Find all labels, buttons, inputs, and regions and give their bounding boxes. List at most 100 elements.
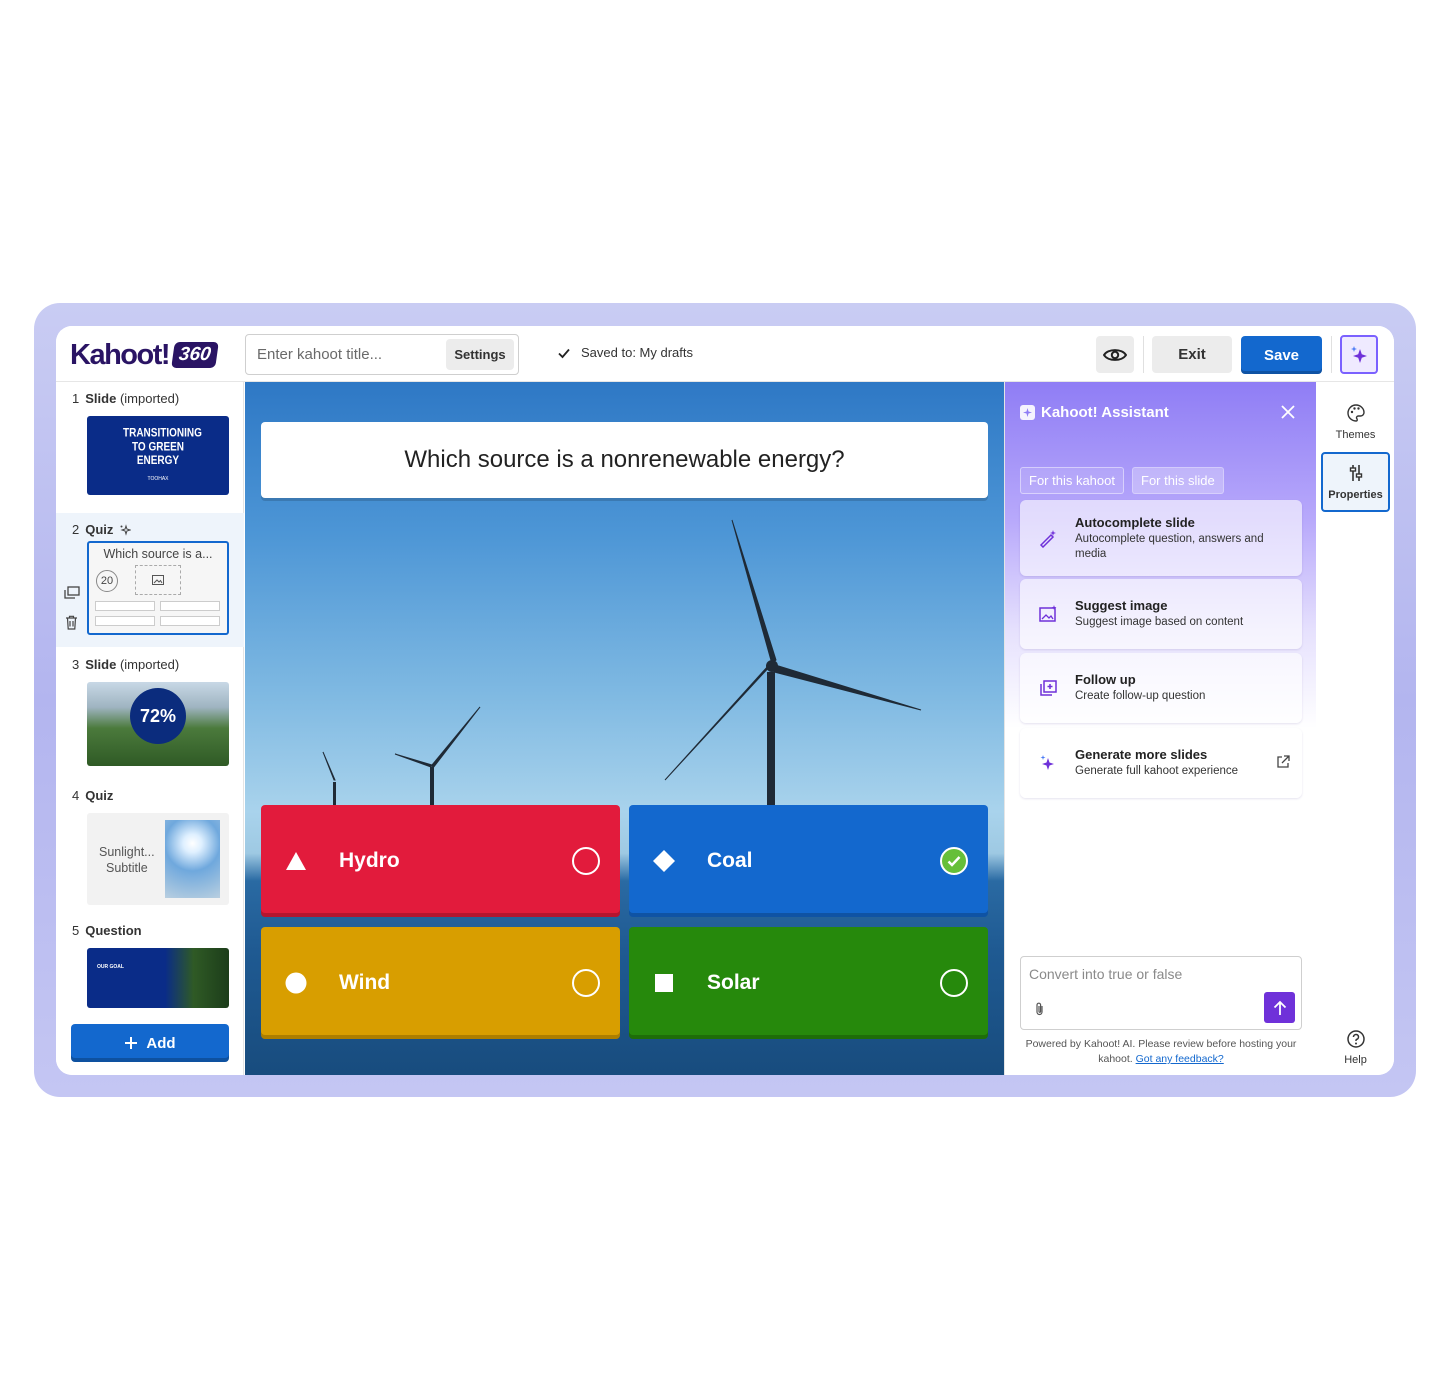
tab-for-this-kahoot[interactable]: For this kahoot <box>1020 467 1124 494</box>
circle-icon <box>285 972 307 994</box>
slide-thumbnail[interactable]: 72% <box>87 682 229 766</box>
correct-answer-toggle[interactable] <box>572 847 600 875</box>
logo-text: Kahoot! <box>70 338 171 371</box>
thumb-stat: 72% <box>130 688 186 744</box>
right-rail: Themes Properties Help <box>1317 382 1394 1075</box>
slide-thumbnail[interactable]: OUR GOAL <box>87 948 229 1008</box>
kahoot-logo[interactable]: Kahoot! 360 <box>70 338 219 372</box>
properties-button[interactable]: Properties <box>1321 452 1390 512</box>
card-text: Autocomplete slide Autocomplete question… <box>1075 515 1288 562</box>
save-button[interactable]: Save <box>1241 336 1322 374</box>
top-bar: Kahoot! 360 Settings Saved to: My drafts… <box>56 326 1394 382</box>
assistant-title: Kahoot! Assistant <box>1020 404 1169 421</box>
slide-canvas: Which source is a nonrenewable energy? H… <box>245 382 1004 1075</box>
delete-icon[interactable] <box>65 615 78 630</box>
slide-list-item[interactable]: 1 Slide (imported) TRANSITIONING TO GREE… <box>56 382 244 512</box>
slide-type: Quiz <box>85 522 114 537</box>
logo-badge: 360 <box>171 342 219 368</box>
card-text: Follow up Create follow-up question <box>1075 672 1288 704</box>
slide-thumbnail[interactable]: Sunlight... Subtitle <box>87 813 229 905</box>
answer-tile[interactable]: Coal <box>629 805 988 917</box>
close-icon[interactable] <box>1280 404 1296 420</box>
kahoot-title-input[interactable] <box>246 335 444 374</box>
timer-badge: 20 <box>96 570 118 592</box>
saved-status-text: Saved to: My drafts <box>581 345 693 360</box>
check-icon <box>558 348 570 358</box>
slide-thumbnail[interactable]: TRANSITIONING TO GREEN ENERGY TOOHAX <box>87 416 229 495</box>
assistant-tabs: For this kahoot For this slide <box>1020 467 1224 494</box>
answer-tile[interactable]: Solar <box>629 927 988 1039</box>
assistant-action-suggest-image[interactable]: Suggest image Suggest image based on con… <box>1020 579 1302 649</box>
correct-answer-toggle[interactable] <box>572 969 600 997</box>
question-title[interactable]: Which source is a nonrenewable energy? <box>261 422 988 498</box>
slide-suffix: (imported) <box>119 657 180 672</box>
triangle-icon <box>285 850 307 872</box>
assistant-logo-icon <box>1020 405 1035 420</box>
themes-button[interactable]: Themes <box>1321 396 1390 448</box>
thumb-subtitle: Subtitle <box>106 861 148 875</box>
answer-placeholder <box>160 601 220 611</box>
duplicate-icon[interactable] <box>64 586 80 600</box>
preview-button[interactable] <box>1096 336 1134 373</box>
editor-window: Kahoot! 360 Settings Saved to: My drafts… <box>56 326 1394 1075</box>
slide-list-item[interactable]: 2 Quiz Which source is a... 20 <box>56 513 244 647</box>
slide-thumbnail[interactable]: Which source is a... 20 <box>87 541 229 635</box>
answer-placeholder <box>95 601 155 611</box>
paperclip-icon[interactable] <box>1033 1001 1047 1017</box>
slide-number: 1 <box>72 391 80 406</box>
slide-label: 2 Quiz <box>72 522 132 537</box>
assistant-action-autocomplete[interactable]: Autocomplete slide Autocomplete question… <box>1020 500 1302 576</box>
slide-label: 5 Question <box>72 923 142 938</box>
checkmark-icon <box>947 856 961 867</box>
assistant-action-follow-up[interactable]: Follow up Create follow-up question <box>1020 653 1302 723</box>
slide-label: 1 Slide (imported) <box>72 391 179 406</box>
help-button[interactable]: Help <box>1321 1028 1390 1068</box>
tab-for-this-slide[interactable]: For this slide <box>1132 467 1224 494</box>
wand-icon <box>1039 530 1056 548</box>
arrow-up-icon <box>1273 1000 1286 1015</box>
slide-type: Slide <box>85 391 117 406</box>
slide-list-item[interactable]: 4 Quiz Sunlight... Subtitle <box>56 779 244 909</box>
add-slide-button[interactable]: Add <box>71 1024 229 1062</box>
plus-icon <box>125 1037 138 1049</box>
send-button[interactable] <box>1264 992 1295 1023</box>
divider <box>1143 336 1144 373</box>
square-icon <box>653 972 675 994</box>
assistant-prompt-input[interactable] <box>1021 957 1301 991</box>
answer-text: Solar <box>707 971 760 994</box>
card-description: Generate full kahoot experience <box>1075 765 1239 777</box>
title-field: Settings <box>245 334 519 375</box>
feedback-link[interactable]: Got any feedback? <box>1136 1053 1224 1065</box>
correct-answer-toggle[interactable] <box>940 847 968 875</box>
correct-answer-toggle[interactable] <box>940 969 968 997</box>
answer-tile[interactable]: Hydro <box>261 805 620 917</box>
image-placeholder <box>135 565 181 595</box>
thumb-text: Sunlight... Subtitle <box>99 844 155 876</box>
image-icon <box>152 575 164 585</box>
ai-assistant-button[interactable] <box>1340 335 1378 374</box>
saved-status: Saved to: My drafts <box>557 345 693 360</box>
answer-tile[interactable]: Wind <box>261 927 620 1039</box>
exit-button[interactable]: Exit <box>1152 336 1232 373</box>
card-description: Create follow-up question <box>1075 690 1206 702</box>
sparkle-icon <box>1351 345 1367 363</box>
divider <box>1331 336 1332 373</box>
slide-list-item[interactable]: 3 Slide (imported) 72% <box>56 648 244 778</box>
slide-type: Slide <box>85 657 117 672</box>
slide-number: 2 <box>72 522 80 537</box>
help-icon <box>1346 1030 1365 1048</box>
thumb-title: Sunlight... <box>99 845 155 859</box>
settings-button[interactable]: Settings <box>446 339 514 370</box>
card-text: Generate more slides Generate full kahoo… <box>1075 747 1288 779</box>
answer-text: Coal <box>707 849 753 872</box>
sun-image <box>165 820 220 898</box>
card-title: Generate more slides <box>1075 747 1208 762</box>
thumb-brand: TOOHAX <box>147 475 169 482</box>
slide-list-item[interactable]: 5 Question OUR GOAL <box>56 914 244 1014</box>
answer-text: Wind <box>339 971 391 994</box>
slide-label: 3 Slide (imported) <box>72 657 179 672</box>
slide-number: 5 <box>72 923 80 938</box>
sliders-icon <box>1349 465 1362 481</box>
eye-icon <box>1103 348 1127 361</box>
assistant-action-generate-slides[interactable]: Generate more slides Generate full kahoo… <box>1020 728 1302 798</box>
